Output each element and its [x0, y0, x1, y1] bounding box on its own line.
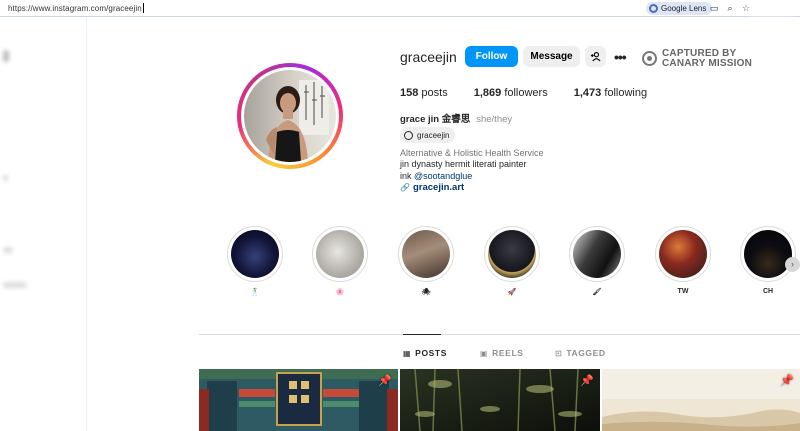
highlight-label: 🌸: [335, 289, 345, 296]
bio-mention-link[interactable]: @sootandglue: [414, 171, 472, 181]
profile-category: Alternative & Holistic Health Service: [400, 148, 544, 158]
post-image: [199, 369, 398, 431]
highlight-cover: [231, 230, 279, 278]
install-app-icon[interactable]: ▭: [709, 3, 719, 13]
pinned-post-icon: 📌: [580, 375, 594, 387]
highlight-cover: [744, 230, 792, 278]
highlight-label: 🖌: [592, 289, 602, 296]
tab-posts[interactable]: ▦ POSTS: [403, 348, 447, 358]
avatar-photo: [266, 80, 329, 162]
highlights-next-chevron-icon[interactable]: ›: [785, 257, 800, 272]
profile-avatar-story-ring[interactable]: [237, 63, 343, 169]
url-text[interactable]: https://www.instagram.com/graceejin: [8, 3, 144, 13]
profile-stats: 158 posts 1,869 followers 1,473 followin…: [400, 87, 673, 99]
highlight-cover: [402, 230, 450, 278]
sidebar-item-blur: [3, 282, 27, 288]
browser-address-bar[interactable]: https://www.instagram.com/graceejin Goog…: [0, 0, 800, 17]
highlight-label: 🕺: [250, 289, 260, 296]
add-person-icon: [590, 52, 601, 62]
suggested-accounts-button[interactable]: [585, 46, 606, 67]
bio-line: ink @sootandglue: [400, 171, 473, 181]
highlight-cover: [316, 230, 364, 278]
story-highlight[interactable]: 🕺: [227, 226, 283, 298]
google-lens-label: Google Lens: [661, 4, 707, 13]
highlight-label: 🚀: [507, 289, 517, 296]
link-icon: 🔗: [400, 183, 410, 192]
google-lens-button[interactable]: Google Lens: [646, 2, 713, 15]
post-image: [602, 369, 800, 431]
story-highlight[interactable]: TW: [655, 226, 711, 298]
tabs-divider: [199, 334, 800, 335]
story-highlight[interactable]: 🌸: [312, 226, 368, 298]
avatar[interactable]: [244, 70, 336, 162]
threads-icon: [404, 130, 413, 140]
sidebar-item-blur: [3, 247, 13, 253]
highlight-cover: [573, 230, 621, 278]
followers-link[interactable]: 1,869 followers: [474, 87, 548, 99]
google-lens-icon: [649, 4, 658, 13]
story-highlight[interactable]: 🕷: [398, 226, 454, 298]
bookmark-star-icon[interactable]: ☆: [741, 3, 751, 13]
grid-icon: ▦: [403, 348, 412, 358]
post-thumbnail[interactable]: 📌: [602, 369, 800, 431]
website-link[interactable]: 🔗 gracejin.art: [400, 182, 464, 193]
highlight-cover: [488, 230, 536, 278]
sidebar: [0, 17, 87, 431]
follow-button[interactable]: Follow: [465, 46, 518, 67]
sidebar-logo-blur: [3, 50, 9, 62]
canary-mission-logo-icon: [642, 51, 657, 66]
bio-line: jin dynasty hermit literati painter: [400, 159, 527, 169]
threads-handle: graceejin: [417, 130, 450, 140]
message-button[interactable]: Message: [523, 46, 580, 67]
threads-badge[interactable]: graceejin: [400, 127, 456, 143]
story-highlight[interactable]: 🖌: [569, 226, 625, 298]
post-thumbnail[interactable]: 📌: [400, 369, 600, 431]
tab-reels[interactable]: ▣ REELS: [480, 348, 524, 358]
highlight-label: 🕷: [421, 289, 431, 296]
post-thumbnail[interactable]: 📌: [199, 369, 398, 431]
tagged-icon: ⊡: [555, 348, 563, 358]
canary-mission-watermark: CAPTURED BY CANARY MISSION: [642, 49, 752, 69]
pinned-post-icon: 📌: [378, 375, 392, 387]
highlight-label: TW: [677, 288, 689, 295]
text-caret: [142, 3, 144, 13]
following-link[interactable]: 1,473 following: [574, 87, 647, 99]
active-tab-indicator: [403, 334, 441, 335]
extensions-area: [755, 0, 800, 16]
watermark-line2: CANARY MISSION: [662, 58, 753, 69]
post-image: [400, 369, 600, 431]
profile-pronouns: she/they: [476, 114, 513, 125]
pinned-post-icon: 📌: [780, 375, 794, 387]
profile-full-name: grace jin 金睿思 she/they: [400, 114, 513, 125]
more-options-icon[interactable]: •••: [614, 49, 627, 65]
highlight-cover: [659, 230, 707, 278]
story-highlight[interactable]: 🚀: [484, 226, 540, 298]
reels-icon: ▣: [480, 348, 489, 358]
highlight-label: CH: [762, 288, 774, 295]
posts-count: 158 posts: [400, 87, 448, 99]
sidebar-item-blur: [3, 175, 8, 181]
profile-username: graceejin: [400, 49, 457, 65]
tab-tagged[interactable]: ⊡ TAGGED: [555, 348, 606, 358]
zoom-icon[interactable]: ⌕: [725, 3, 735, 13]
